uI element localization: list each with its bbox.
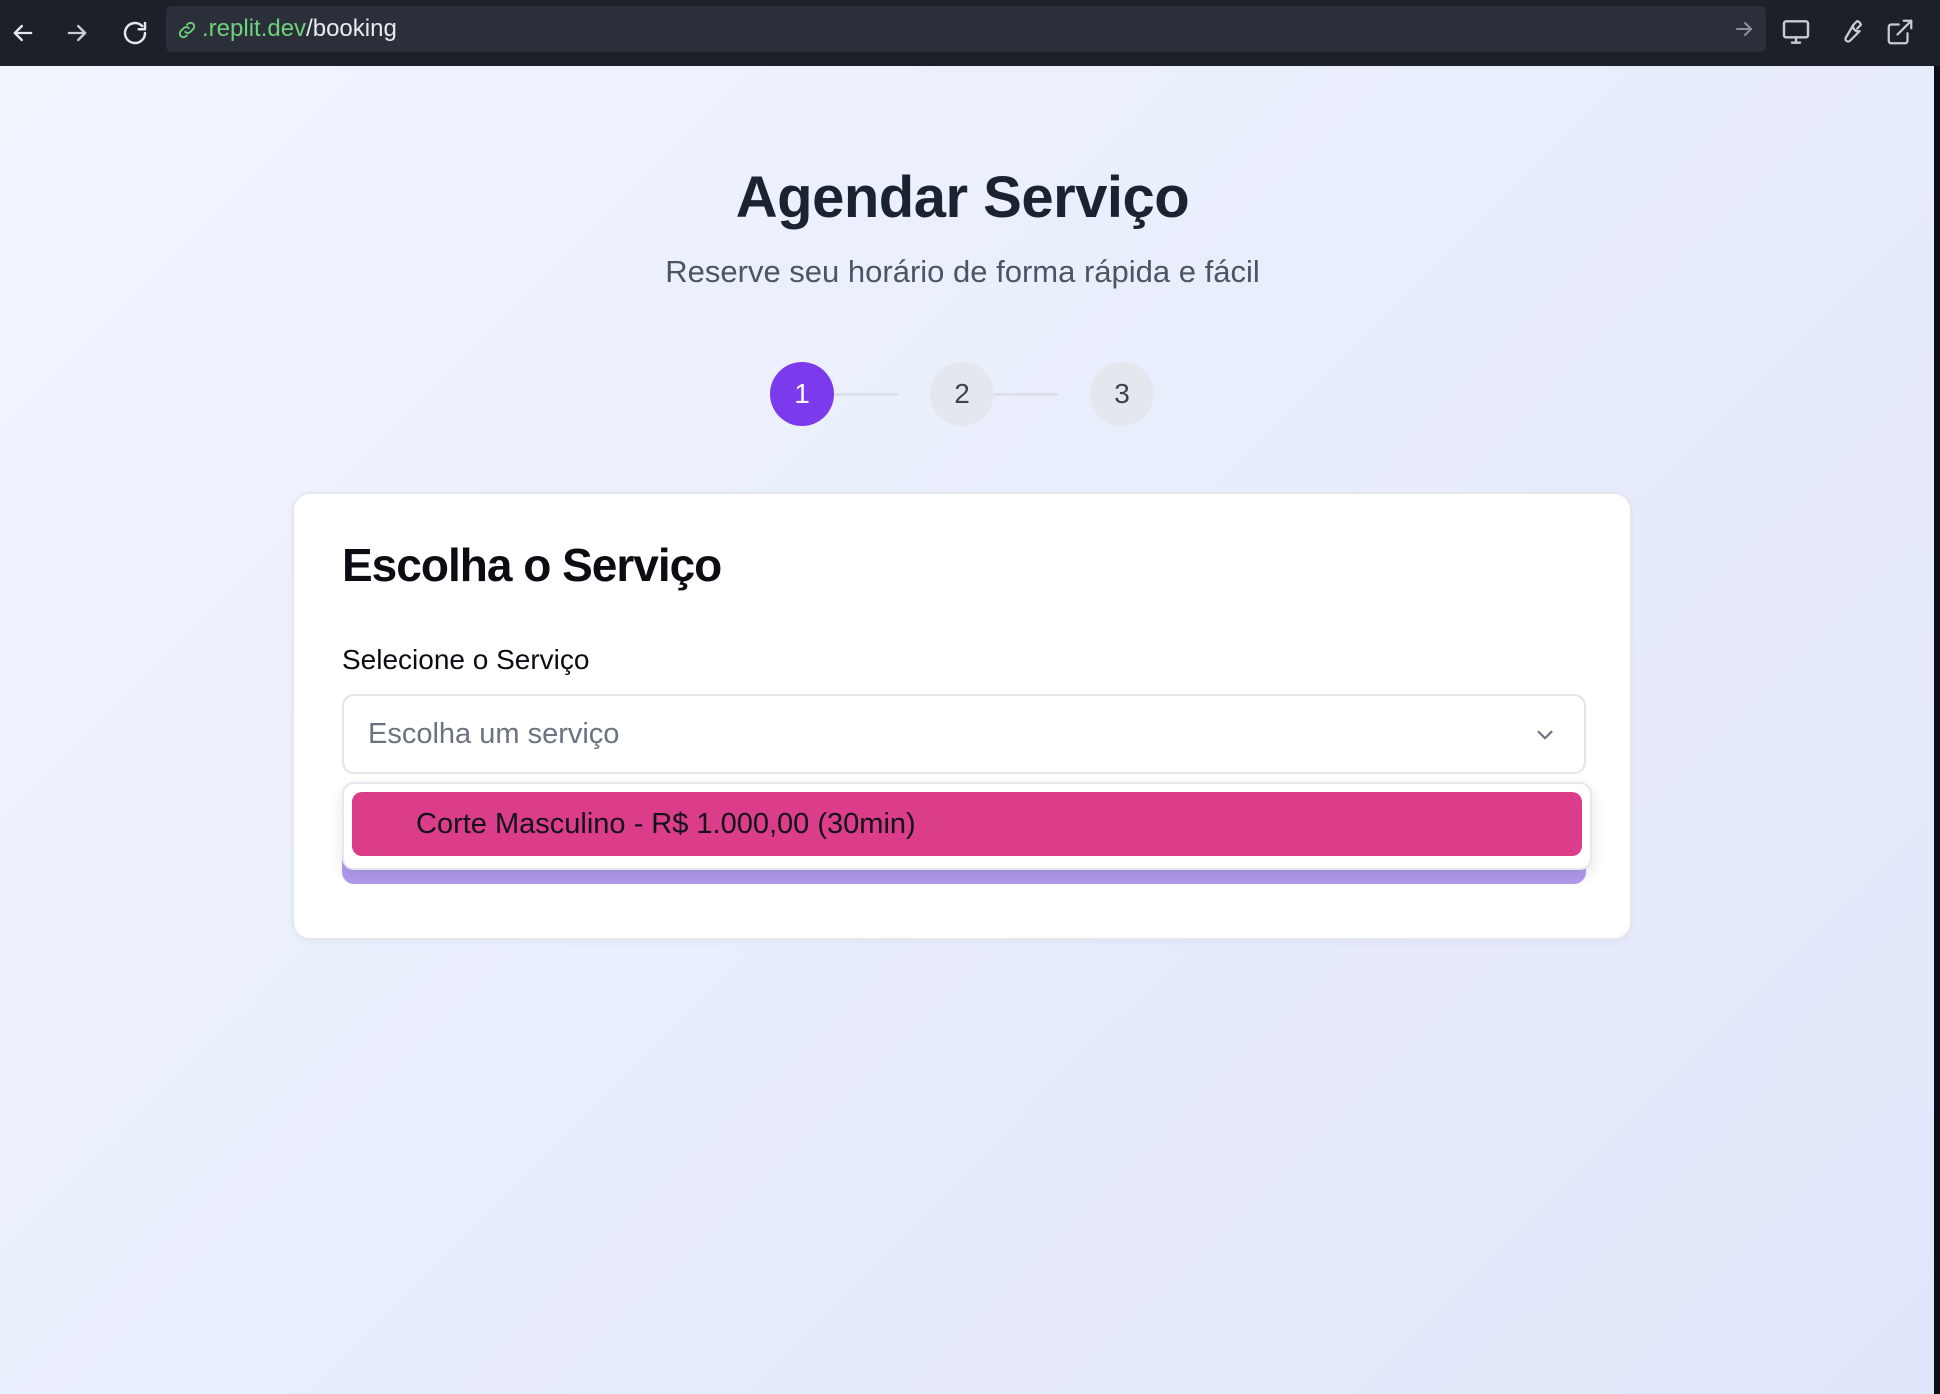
reload-icon xyxy=(123,21,147,45)
browser-toolbar: .replit.dev/booking xyxy=(0,0,1940,66)
back-arrow-icon xyxy=(13,24,33,42)
back-button[interactable] xyxy=(2,12,44,54)
monitor-icon xyxy=(1782,20,1810,44)
url-path: /booking xyxy=(306,15,397,42)
step-3: 3 xyxy=(1090,362,1154,426)
devtools-button[interactable] xyxy=(1830,12,1870,52)
booking-page: Agendar Serviço Reserve seu horário de f… xyxy=(0,66,1934,1394)
service-select[interactable]: Escolha um serviço xyxy=(342,694,1586,774)
url-domain: .replit.dev xyxy=(202,15,307,42)
service-card: Escolha o Serviço Selecione o Serviço Es… xyxy=(292,492,1632,940)
reload-button[interactable] xyxy=(114,12,156,54)
service-dropdown-menu: Corte Masculino - R$ 1.000,00 (30min) xyxy=(342,782,1592,870)
forward-button[interactable] xyxy=(56,12,98,54)
page-title: Agendar Serviço xyxy=(735,165,1190,230)
service-field-label: Selecione o Serviço xyxy=(342,644,590,675)
dropdown-option-corte-masculino[interactable]: Corte Masculino - R$ 1.000,00 (30min) xyxy=(352,792,1582,856)
step-2: 2 xyxy=(930,362,994,426)
page-subtitle: Reserve seu horário de forma rápida e fá… xyxy=(665,254,1260,289)
wrench-icon xyxy=(1844,20,1862,43)
card-title: Escolha o Serviço xyxy=(342,539,722,591)
url-text: .replit.dev/booking xyxy=(202,6,397,52)
link-icon xyxy=(178,21,196,39)
step-connector xyxy=(994,393,1058,396)
go-arrow-icon[interactable] xyxy=(1732,17,1756,41)
step-1: 1 xyxy=(770,362,834,426)
address-bar[interactable]: .replit.dev/booking xyxy=(166,6,1766,52)
external-link-icon xyxy=(1887,19,1913,45)
devices-button[interactable] xyxy=(1776,12,1816,52)
step-connector xyxy=(834,393,898,396)
open-external-button[interactable] xyxy=(1880,12,1920,52)
forward-arrow-icon xyxy=(67,24,87,42)
service-select-placeholder: Escolha um serviço xyxy=(368,718,620,750)
dropdown-option-label: Corte Masculino - R$ 1.000,00 (30min) xyxy=(416,808,916,840)
chevron-down-icon xyxy=(1537,730,1553,740)
window-edge xyxy=(1934,66,1940,1394)
